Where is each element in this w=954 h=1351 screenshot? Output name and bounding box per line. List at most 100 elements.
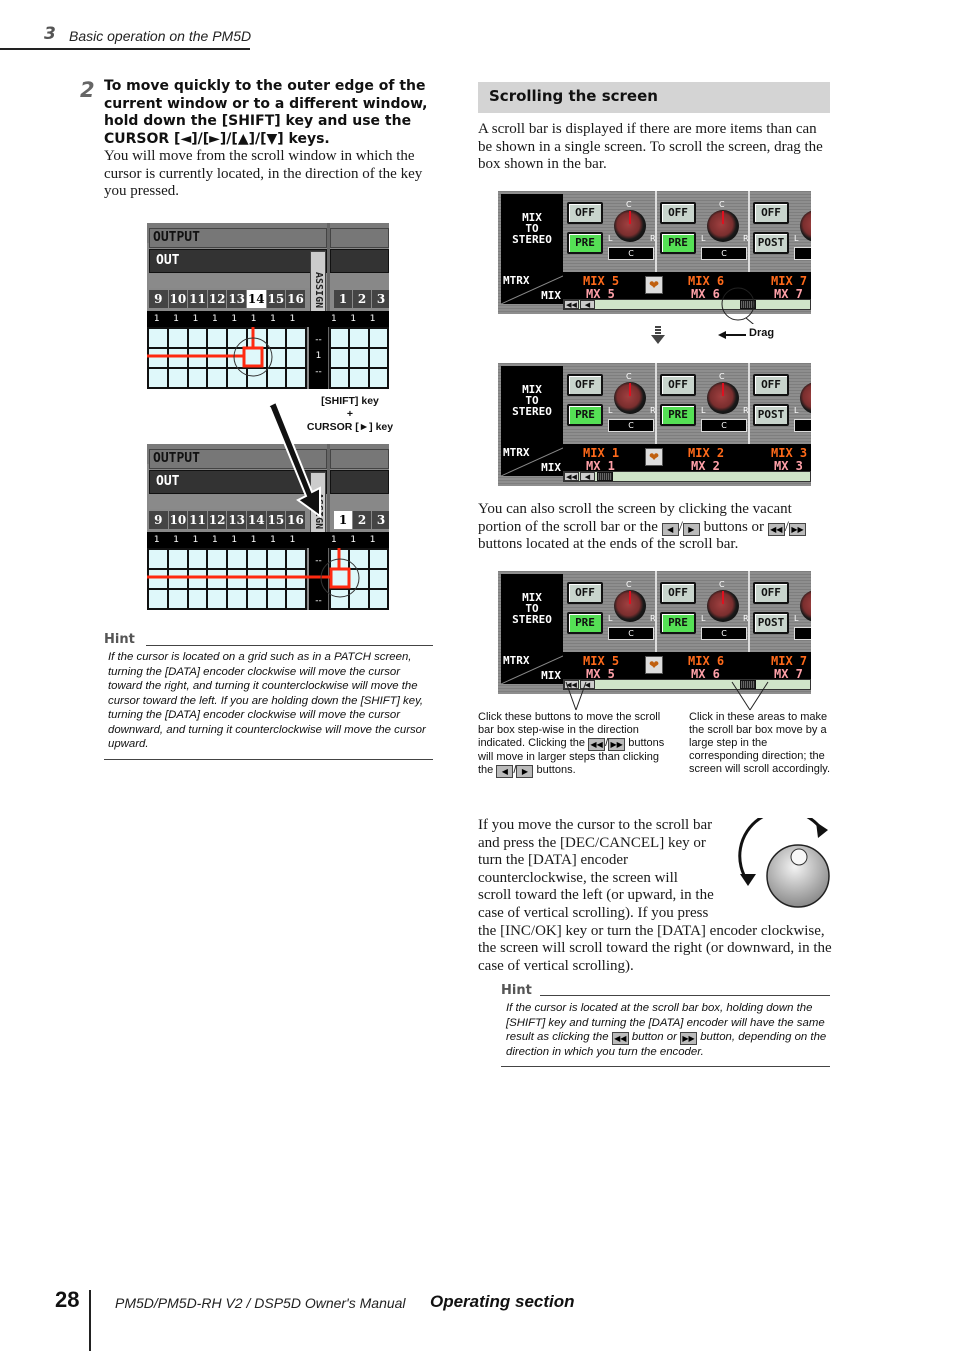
- stereo-link-icon[interactable]: ❤: [645, 656, 663, 674]
- channel-number: 1: [334, 290, 352, 308]
- bus-title-line: STEREO: [512, 405, 552, 418]
- off-button[interactable]: OFF: [660, 582, 696, 604]
- row-value: 1: [330, 535, 337, 545]
- stereo-link-icon[interactable]: ❤: [645, 276, 663, 294]
- channel-number: 13: [227, 290, 246, 308]
- knob-left-label: L: [701, 406, 706, 415]
- stereo-link-icon[interactable]: ❤: [645, 448, 663, 466]
- row-value: 1: [231, 535, 238, 545]
- manual-title: PM5D/PM5D-RH V2 / DSP5D Owner's Manual: [115, 1295, 406, 1311]
- channel-number: 16: [286, 290, 305, 308]
- knob-indicator: [722, 211, 724, 224]
- off-button[interactable]: OFF: [567, 582, 603, 604]
- scroll-bar-box[interactable]: [597, 472, 613, 481]
- channel-number: 15: [266, 290, 286, 308]
- scroll-left-button[interactable]: ◀: [580, 300, 595, 309]
- channel-number: 10: [168, 290, 188, 308]
- row-value: 1: [192, 535, 199, 545]
- post-button[interactable]: POST: [753, 232, 789, 254]
- channel-separator: [655, 363, 657, 444]
- pre-button[interactable]: PRE: [660, 232, 696, 254]
- pan-value: C: [794, 247, 811, 260]
- rewind-button[interactable]: ◀◀: [564, 300, 579, 309]
- matrix-name: MIX 6: [688, 654, 725, 668]
- channel-number: 2: [353, 511, 371, 529]
- arrow-down-right-icon: [266, 400, 321, 518]
- scroll-right-button-icon: ▶: [682, 522, 700, 536]
- pan-value: C: [701, 419, 747, 432]
- values-row: 1 1 1 1 1 1 1 1 1 1 1: [147, 311, 389, 327]
- channel-number: 12: [207, 290, 227, 308]
- row-value: 1: [153, 314, 160, 324]
- footer-divider: [89, 1290, 91, 1351]
- row-value: 1: [270, 314, 276, 324]
- post-button[interactable]: POST: [753, 612, 789, 634]
- off-button[interactable]: OFF: [660, 374, 696, 396]
- hint-label: Hint: [501, 983, 532, 998]
- knob-indicator: [722, 383, 724, 396]
- row-value: 1: [250, 314, 257, 324]
- off-button[interactable]: OFF: [753, 202, 789, 224]
- pre-button[interactable]: PRE: [567, 612, 603, 634]
- bus-title: MIX TO STEREO: [501, 574, 563, 652]
- page-number: 28: [55, 1287, 80, 1312]
- channel-number: 3: [372, 290, 389, 308]
- pan-value: C: [794, 627, 811, 640]
- channel-numbers-right: 123: [334, 290, 389, 310]
- knob-left-label: L: [701, 614, 706, 623]
- pre-button[interactable]: PRE: [567, 232, 603, 254]
- rewind-button-icon: ◀◀: [611, 1032, 629, 1045]
- scroll-left-button-icon: ◀: [496, 765, 514, 778]
- cursor-indicator: [147, 327, 273, 377]
- off-button[interactable]: OFF: [660, 202, 696, 224]
- channel-number: 2: [353, 290, 371, 308]
- off-button[interactable]: OFF: [567, 374, 603, 396]
- hint-text: If the cursor is located at the scroll b…: [506, 1002, 827, 1058]
- row-value: 1: [231, 314, 238, 324]
- section-heading: Scrolling the screen: [478, 82, 830, 113]
- bus-title: MIX TO STEREO: [501, 366, 563, 444]
- pre-button[interactable]: PRE: [660, 404, 696, 426]
- pre-button[interactable]: PRE: [660, 612, 696, 634]
- knob-center-label: C: [719, 200, 725, 209]
- channel-number: 11: [188, 511, 207, 529]
- matrix-name: MIX 2: [688, 446, 725, 460]
- section-name: Operating section: [430, 1292, 575, 1311]
- step-body: You will move from the scroll window in …: [104, 148, 423, 200]
- patch-screen-before: OUTPUT OUT ASSIGN 9 10 11 12 13 14 15 16 123 11…: [147, 223, 389, 389]
- post-button[interactable]: POST: [753, 404, 789, 426]
- row-value: 1: [289, 535, 296, 545]
- matrix-name: MIX 5: [583, 274, 620, 288]
- pan-knob[interactable]: [800, 590, 811, 622]
- header-rule: [0, 48, 250, 50]
- rewind-button[interactable]: ◀◀: [564, 472, 579, 481]
- channel-number: 14: [246, 290, 266, 308]
- mtrx-label: MTRX: [503, 446, 530, 459]
- pan-knob[interactable]: [800, 382, 811, 414]
- knob-indicator: [629, 591, 631, 604]
- knob-left-label: L: [794, 234, 799, 243]
- knob-center-label: C: [626, 580, 632, 589]
- off-button[interactable]: OFF: [753, 582, 789, 604]
- knob-left-label: L: [608, 234, 613, 243]
- mixer-screen-scrollbar-parts: MIX TO STEREO MTRX MIX OFF PRE C L R C OFF PRE C L R C OF…: [498, 571, 811, 694]
- off-button[interactable]: OFF: [567, 202, 603, 224]
- pan-value: C: [701, 247, 747, 260]
- scroll-left-button[interactable]: ◀: [580, 472, 595, 481]
- knob-indicator: [629, 383, 631, 396]
- pan-knob[interactable]: [800, 210, 811, 242]
- fast-forward-button-icon: ▶▶: [608, 738, 626, 751]
- channel-number: 9: [149, 511, 168, 529]
- off-button[interactable]: OFF: [753, 374, 789, 396]
- row-value: 1: [173, 314, 179, 324]
- fast-forward-button-icon: ▶▶: [788, 522, 806, 536]
- knob-center-label: C: [626, 372, 632, 381]
- row-value: 1: [369, 535, 376, 545]
- chapter-number: 3: [44, 24, 56, 44]
- pre-button[interactable]: PRE: [567, 404, 603, 426]
- channel-number: 12: [207, 511, 227, 529]
- mix-label: MIX: [541, 289, 561, 302]
- row-value: 1: [173, 535, 179, 545]
- bus-title-line: STEREO: [512, 613, 552, 626]
- scroll-left-button-icon: ◀: [661, 522, 679, 536]
